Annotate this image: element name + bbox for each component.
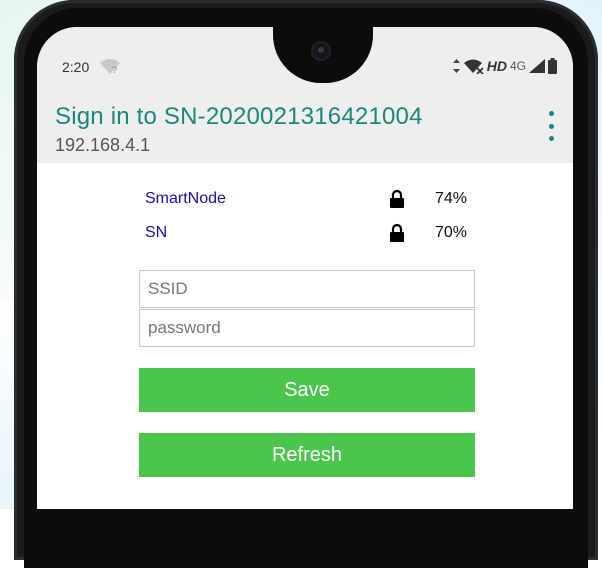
phone-screen: 2:20 ? HD 4G Sign in to SN-2020021316421… xyxy=(37,27,573,509)
overflow-menu-icon[interactable] xyxy=(547,111,555,141)
network-item-sn[interactable]: SN 70% xyxy=(145,221,475,245)
hd-badge: HD xyxy=(486,58,507,74)
cell-signal-icon xyxy=(529,59,545,73)
status-icons: HD 4G xyxy=(452,55,557,77)
wifi-question-icon: ? xyxy=(100,59,120,75)
data-transfer-icon xyxy=(452,59,460,73)
save-button[interactable]: Save xyxy=(139,368,475,412)
lock-icon xyxy=(390,223,404,242)
status-time: 2:20 xyxy=(62,59,90,75)
svg-text:?: ? xyxy=(112,65,117,75)
front-camera xyxy=(311,41,331,61)
page-subtitle: 192.168.4.1 xyxy=(55,135,151,155)
network-type: 4G xyxy=(509,59,526,73)
battery-icon xyxy=(548,58,557,74)
camera-notch xyxy=(273,27,373,83)
wifi-off-icon xyxy=(463,59,484,74)
network-signal: 74% xyxy=(435,190,468,207)
lock-icon xyxy=(390,189,404,208)
ssid-input[interactable] xyxy=(139,270,475,308)
network-ssid: SN xyxy=(145,224,168,241)
network-signal: 70% xyxy=(435,224,468,241)
network-ssid: SmartNode xyxy=(145,190,226,207)
page-title: Sign in to SN-2020021316421004 xyxy=(55,103,423,130)
app-bar: Sign in to SN-2020021316421004 192.168.4… xyxy=(37,99,573,163)
network-item-smartnode[interactable]: SmartNode 74% xyxy=(145,187,475,211)
status-bar: 2:20 ? HD 4G xyxy=(37,27,573,99)
refresh-button[interactable]: Refresh xyxy=(139,433,475,477)
password-input[interactable] xyxy=(139,309,475,347)
